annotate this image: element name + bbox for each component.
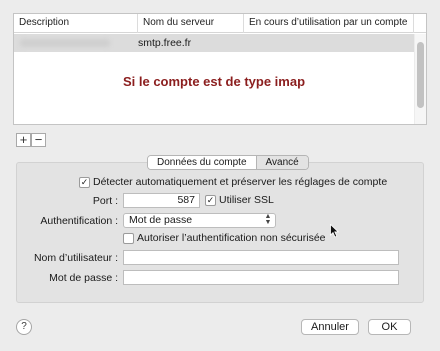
auto-detect-checkbox[interactable]: ✓ <box>79 177 90 188</box>
insecure-auth-label: Autoriser l’authentification non sécuris… <box>137 232 326 244</box>
ok-button[interactable]: OK <box>368 319 411 335</box>
table-row[interactable]: smtp.free.fr <box>14 34 414 52</box>
ssl-checkbox[interactable]: ✓ <box>205 195 216 206</box>
column-header-description[interactable]: Description <box>14 14 138 33</box>
remove-server-button[interactable]: − <box>31 133 46 147</box>
add-server-button[interactable]: + <box>16 133 31 147</box>
mouse-pointer-icon <box>330 224 340 238</box>
auth-method-value: Mot de passe <box>129 214 193 226</box>
password-label: Mot de passe : <box>49 272 118 284</box>
tab-account-info[interactable]: Données du compte <box>148 156 256 169</box>
ssl-label: Utiliser SSL <box>219 194 274 206</box>
port-field[interactable]: 587 <box>123 193 200 208</box>
column-header-in-use[interactable]: En cours d’utilisation par un compte <box>244 14 414 33</box>
table-header: Description Nom du serveur En cours d’ut… <box>14 14 426 33</box>
cancel-button[interactable]: Annuler <box>301 319 359 335</box>
password-field[interactable] <box>123 270 399 285</box>
tab-bar: Données du compte Avancé <box>147 155 309 170</box>
column-header-server-name[interactable]: Nom du serveur <box>138 14 244 33</box>
redacted-description <box>20 39 110 47</box>
vertical-scrollbar[interactable] <box>414 34 426 124</box>
auth-method-select[interactable]: Mot de passe ▲ ▼ <box>123 213 276 228</box>
chevron-up-down-icon: ▲ ▼ <box>264 213 272 226</box>
smtp-server-table[interactable]: Description Nom du serveur En cours d’ut… <box>13 13 427 125</box>
insecure-auth-checkbox[interactable] <box>123 233 134 244</box>
auto-detect-label: Détecter automatiquement et préserver le… <box>93 176 388 188</box>
username-field[interactable] <box>123 250 399 265</box>
tab-advanced[interactable]: Avancé <box>255 156 308 169</box>
server-name-cell: smtp.free.fr <box>138 37 192 49</box>
help-button[interactable]: ? <box>16 319 32 335</box>
auth-label: Authentification : <box>40 215 118 227</box>
annotation-text: Si le compte est de type imap <box>122 74 306 89</box>
username-label: Nom d’utilisateur : <box>33 252 118 264</box>
port-label: Port : <box>92 195 118 207</box>
scrollbar-thumb[interactable] <box>417 42 424 108</box>
